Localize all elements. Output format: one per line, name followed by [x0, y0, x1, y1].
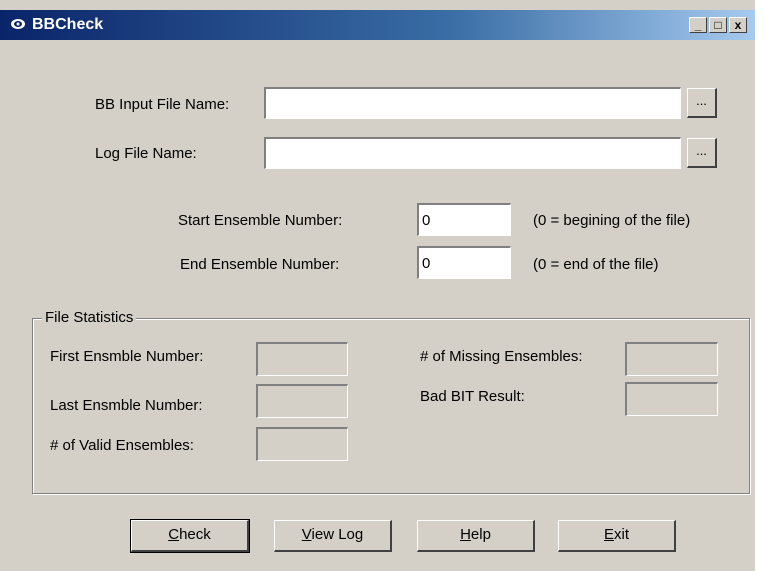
file-statistics-title: File Statistics: [42, 309, 137, 326]
check-label: heck: [179, 526, 211, 543]
log-file-label: Log File Name:: [95, 145, 197, 162]
first-ensemble-value: [256, 342, 348, 376]
start-ensemble-label: Start Ensemble Number:: [178, 212, 343, 229]
title-bar[interactable]: BBCheck _ □ x: [0, 10, 755, 40]
input-file-field[interactable]: [264, 87, 681, 119]
first-ensemble-label: First Ensmble Number:: [50, 348, 204, 365]
last-ensemble-value: [256, 384, 348, 418]
exit-mnemonic: E: [603, 526, 614, 543]
window-title: BBCheck: [32, 16, 104, 33]
check-mnemonic: C: [168, 526, 180, 543]
minimize-button[interactable]: _: [689, 17, 707, 33]
bad-bit-label: Bad BIT Result:: [420, 388, 525, 405]
missing-ensembles-value: [625, 342, 718, 376]
view-log-mnemonic: V: [301, 526, 312, 543]
help-mnemonic: H: [460, 526, 471, 543]
app-icon: [11, 19, 25, 29]
exit-button[interactable]: Exit: [558, 520, 676, 552]
exit-label: xit: [614, 526, 629, 543]
end-ensemble-field[interactable]: [417, 246, 511, 279]
view-log-label: iew Log: [311, 526, 364, 543]
end-ensemble-label: End Ensemble Number:: [180, 256, 340, 273]
missing-ensembles-label: # of Missing Ensembles:: [420, 348, 583, 365]
start-ensemble-hint: (0 = begining of the file): [533, 212, 691, 229]
help-button[interactable]: Help: [417, 520, 535, 552]
view-log-button[interactable]: View Log: [274, 520, 392, 552]
log-file-field[interactable]: [264, 137, 681, 169]
start-ensemble-field[interactable]: [417, 203, 511, 236]
close-button[interactable]: x: [729, 17, 747, 33]
valid-ensembles-value: [256, 427, 348, 461]
maximize-button[interactable]: □: [709, 17, 727, 33]
check-button[interactable]: Check: [130, 519, 250, 553]
valid-ensembles-label: # of Valid Ensembles:: [50, 437, 194, 454]
end-ensemble-hint: (0 = end of the file): [533, 256, 659, 273]
browse-input-button[interactable]: ...: [687, 88, 717, 118]
bbcheck-window: BBCheck _ □ x BB Input File Name: ... Lo…: [0, 0, 755, 571]
help-label: elp: [470, 526, 491, 543]
input-file-label: BB Input File Name:: [95, 96, 230, 113]
browse-log-button[interactable]: ...: [687, 138, 717, 168]
last-ensemble-label: Last Ensmble Number:: [50, 397, 203, 414]
bad-bit-value: [625, 382, 718, 416]
